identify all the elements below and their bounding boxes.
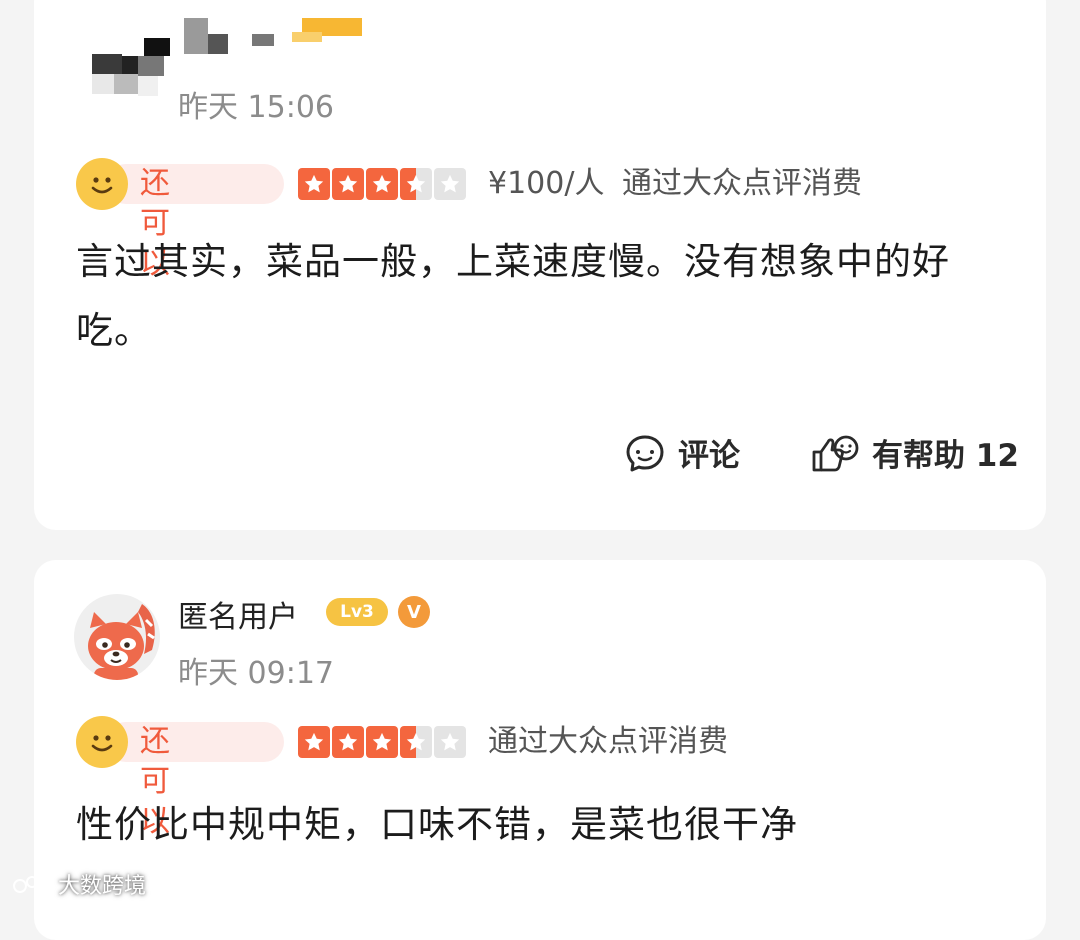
username[interactable]: 匿名用户 [178,592,298,636]
star-icon [366,726,398,758]
empty-star-icon [434,168,466,200]
comment-button[interactable]: 评论 [624,430,740,475]
star-rating [298,726,466,758]
level-badge: Lv3 [326,598,388,626]
empty-star-icon [434,726,466,758]
comment-bubble-icon [626,435,664,471]
review-time: 昨天 09:17 [178,656,334,691]
watermark-logo-icon [13,876,49,893]
star-icon [332,726,364,758]
helpful-label: 有帮助 12 [872,438,1019,474]
thumbs-up-icon [812,435,859,471]
review-time: 昨天 15:06 [178,90,334,125]
smiley-face-icon [76,158,128,210]
review-card: 匿名用户 Lv3 V 昨天 09:17 还可以 通过大众点评消费 性价比中规中矩… [34,560,1046,940]
watermark: 大数跨境 [12,868,146,900]
comment-label: 评论 [678,438,740,474]
helpful-button[interactable]: 有帮助 12 [810,430,1019,475]
verified-badge: V [398,596,430,628]
star-icon [298,168,330,200]
star-icon [366,168,398,200]
consume-source: 通过大众点评消费 [622,166,862,201]
red-panda-avatar[interactable] [74,594,160,680]
review-text: 性价比中规中矩，口味不错，是菜也很干净 [76,803,798,846]
consume-source: 通过大众点评消费 [488,724,728,759]
smiley-face-icon [76,716,128,768]
half-star-icon [400,168,432,200]
star-icon [332,168,364,200]
price-per-person: ¥100/人 [488,166,605,201]
star-icon [298,726,330,758]
watermark-text: 大数跨境 [58,874,147,899]
mood-pill [106,722,284,762]
review-text: 言过其实，菜品一般，上菜速度慢。没有想象中的好吃。 [76,240,950,352]
half-star-icon [400,726,432,758]
mood-pill [106,164,284,204]
star-rating [298,168,466,200]
review-card: 昨天 15:06 还可以 ¥100/人 通过大众点评消费 言过其实，菜品一般，上… [34,0,1046,530]
